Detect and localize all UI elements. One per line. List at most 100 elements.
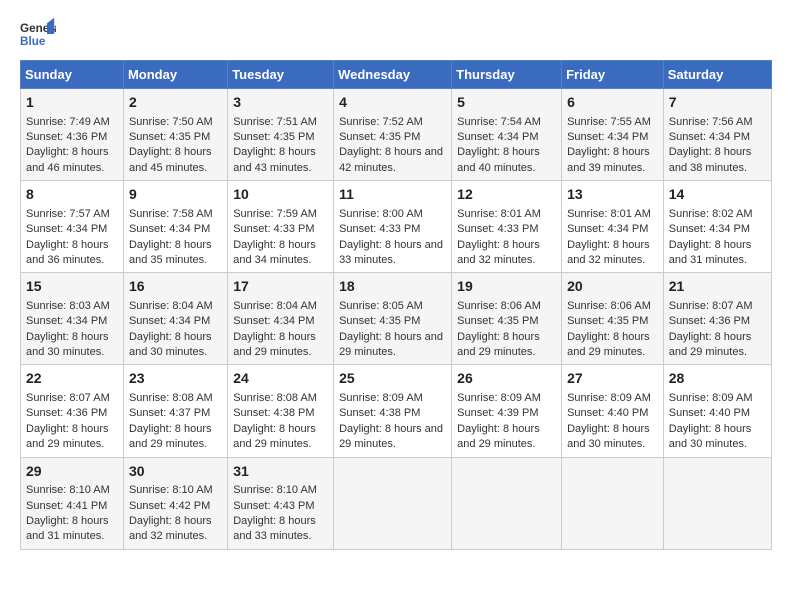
calendar-cell (334, 457, 452, 549)
calendar-cell: 28Sunrise: 8:09 AMSunset: 4:40 PMDayligh… (663, 365, 771, 457)
logo: General Blue (20, 16, 56, 52)
sunrise-text: Sunrise: 8:06 AM (457, 300, 541, 312)
sunset-text: Sunset: 4:34 PM (129, 315, 210, 327)
calendar-cell: 25Sunrise: 8:09 AMSunset: 4:38 PMDayligh… (334, 365, 452, 457)
daylight-text: Daylight: 8 hours and 31 minutes. (669, 239, 752, 266)
sunrise-text: Sunrise: 7:50 AM (129, 116, 213, 128)
daylight-text: Daylight: 8 hours and 29 minutes. (339, 423, 443, 450)
calendar-cell (663, 457, 771, 549)
calendar-cell: 17Sunrise: 8:04 AMSunset: 4:34 PMDayligh… (228, 273, 334, 365)
daylight-text: Daylight: 8 hours and 30 minutes. (567, 423, 650, 450)
sunrise-text: Sunrise: 7:57 AM (26, 208, 110, 220)
sunset-text: Sunset: 4:33 PM (457, 223, 538, 235)
sunrise-text: Sunrise: 7:59 AM (233, 208, 317, 220)
sunset-text: Sunset: 4:34 PM (457, 131, 538, 143)
calendar-cell (562, 457, 664, 549)
col-header-wednesday: Wednesday (334, 61, 452, 89)
sunset-text: Sunset: 4:34 PM (567, 131, 648, 143)
calendar-cell: 24Sunrise: 8:08 AMSunset: 4:38 PMDayligh… (228, 365, 334, 457)
sunrise-text: Sunrise: 7:56 AM (669, 116, 753, 128)
sunset-text: Sunset: 4:34 PM (129, 223, 210, 235)
daylight-text: Daylight: 8 hours and 42 minutes. (339, 146, 443, 173)
day-number: 18 (339, 277, 446, 297)
daylight-text: Daylight: 8 hours and 34 minutes. (233, 239, 316, 266)
sunrise-text: Sunrise: 8:04 AM (233, 300, 317, 312)
daylight-text: Daylight: 8 hours and 43 minutes. (233, 146, 316, 173)
sunrise-text: Sunrise: 7:54 AM (457, 116, 541, 128)
week-row-5: 29Sunrise: 8:10 AMSunset: 4:41 PMDayligh… (21, 457, 772, 549)
day-number: 8 (26, 185, 118, 205)
calendar-cell: 30Sunrise: 8:10 AMSunset: 4:42 PMDayligh… (123, 457, 227, 549)
calendar-cell: 6Sunrise: 7:55 AMSunset: 4:34 PMDaylight… (562, 89, 664, 181)
sunset-text: Sunset: 4:34 PM (233, 315, 314, 327)
sunrise-text: Sunrise: 7:52 AM (339, 116, 423, 128)
sunset-text: Sunset: 4:35 PM (339, 315, 420, 327)
daylight-text: Daylight: 8 hours and 36 minutes. (26, 239, 109, 266)
calendar-cell: 27Sunrise: 8:09 AMSunset: 4:40 PMDayligh… (562, 365, 664, 457)
day-number: 9 (129, 185, 222, 205)
day-number: 24 (233, 369, 328, 389)
daylight-text: Daylight: 8 hours and 32 minutes. (457, 239, 540, 266)
daylight-text: Daylight: 8 hours and 38 minutes. (669, 146, 752, 173)
sunset-text: Sunset: 4:38 PM (339, 407, 420, 419)
day-number: 19 (457, 277, 556, 297)
header-row: SundayMondayTuesdayWednesdayThursdayFrid… (21, 61, 772, 89)
day-number: 29 (26, 462, 118, 482)
daylight-text: Daylight: 8 hours and 29 minutes. (26, 423, 109, 450)
day-number: 26 (457, 369, 556, 389)
calendar-cell: 4Sunrise: 7:52 AMSunset: 4:35 PMDaylight… (334, 89, 452, 181)
sunrise-text: Sunrise: 8:05 AM (339, 300, 423, 312)
day-number: 11 (339, 185, 446, 205)
day-number: 15 (26, 277, 118, 297)
day-number: 10 (233, 185, 328, 205)
header: General Blue (20, 16, 772, 52)
day-number: 7 (669, 93, 766, 113)
sunset-text: Sunset: 4:36 PM (669, 315, 750, 327)
day-number: 30 (129, 462, 222, 482)
daylight-text: Daylight: 8 hours and 39 minutes. (567, 146, 650, 173)
day-number: 27 (567, 369, 658, 389)
daylight-text: Daylight: 8 hours and 29 minutes. (339, 331, 443, 358)
calendar-cell: 19Sunrise: 8:06 AMSunset: 4:35 PMDayligh… (452, 273, 562, 365)
day-number: 21 (669, 277, 766, 297)
sunset-text: Sunset: 4:33 PM (339, 223, 420, 235)
calendar-cell: 2Sunrise: 7:50 AMSunset: 4:35 PMDaylight… (123, 89, 227, 181)
sunrise-text: Sunrise: 8:08 AM (129, 392, 213, 404)
week-row-2: 8 Sunrise: 7:57 AM Sunset: 4:34 PM Daylight… (21, 181, 772, 273)
sunrise-text: Sunrise: 7:49 AM (26, 116, 110, 128)
sunrise-text: Sunrise: 8:07 AM (26, 392, 110, 404)
calendar-table: SundayMondayTuesdayWednesdayThursdayFrid… (20, 60, 772, 550)
calendar-cell: 29Sunrise: 8:10 AMSunset: 4:41 PMDayligh… (21, 457, 124, 549)
calendar-cell: 21Sunrise: 8:07 AMSunset: 4:36 PMDayligh… (663, 273, 771, 365)
daylight-text: Daylight: 8 hours and 30 minutes. (669, 423, 752, 450)
day-number: 5 (457, 93, 556, 113)
sunset-text: Sunset: 4:35 PM (233, 131, 314, 143)
sunrise-text: Sunrise: 8:09 AM (457, 392, 541, 404)
day-number: 6 (567, 93, 658, 113)
sunset-text: Sunset: 4:42 PM (129, 500, 210, 512)
sunset-text: Sunset: 4:33 PM (233, 223, 314, 235)
sunset-text: Sunset: 4:41 PM (26, 500, 107, 512)
col-header-sunday: Sunday (21, 61, 124, 89)
week-row-4: 22Sunrise: 8:07 AMSunset: 4:36 PMDayligh… (21, 365, 772, 457)
sunrise-text: Sunrise: 8:09 AM (567, 392, 651, 404)
calendar-cell: 9Sunrise: 7:58 AMSunset: 4:34 PMDaylight… (123, 181, 227, 273)
daylight-text: Daylight: 8 hours and 29 minutes. (457, 331, 540, 358)
daylight-text: Daylight: 8 hours and 30 minutes. (129, 331, 212, 358)
day-number: 20 (567, 277, 658, 297)
daylight-text: Daylight: 8 hours and 40 minutes. (457, 146, 540, 173)
sunset-text: Sunset: 4:35 PM (567, 315, 648, 327)
col-header-friday: Friday (562, 61, 664, 89)
sunrise-text: Sunrise: 8:07 AM (669, 300, 753, 312)
calendar-cell: 5 Sunrise: 7:54 AM Sunset: 4:34 PM Daylight… (452, 89, 562, 181)
day-number: 13 (567, 185, 658, 205)
sunset-text: Sunset: 4:39 PM (457, 407, 538, 419)
calendar-cell: 8Sunrise: 7:57 AMSunset: 4:34 PMDaylight… (21, 181, 124, 273)
daylight-text: Daylight: 8 hours and 32 minutes. (567, 239, 650, 266)
logo-icon: General Blue (20, 16, 56, 52)
calendar-cell: 23Sunrise: 8:08 AMSunset: 4:37 PMDayligh… (123, 365, 227, 457)
calendar-cell (452, 457, 562, 549)
sunrise-text: Sunrise: 8:06 AM (567, 300, 651, 312)
day-number: 22 (26, 369, 118, 389)
calendar-cell: 3Sunrise: 7:51 AMSunset: 4:35 PMDaylight… (228, 89, 334, 181)
